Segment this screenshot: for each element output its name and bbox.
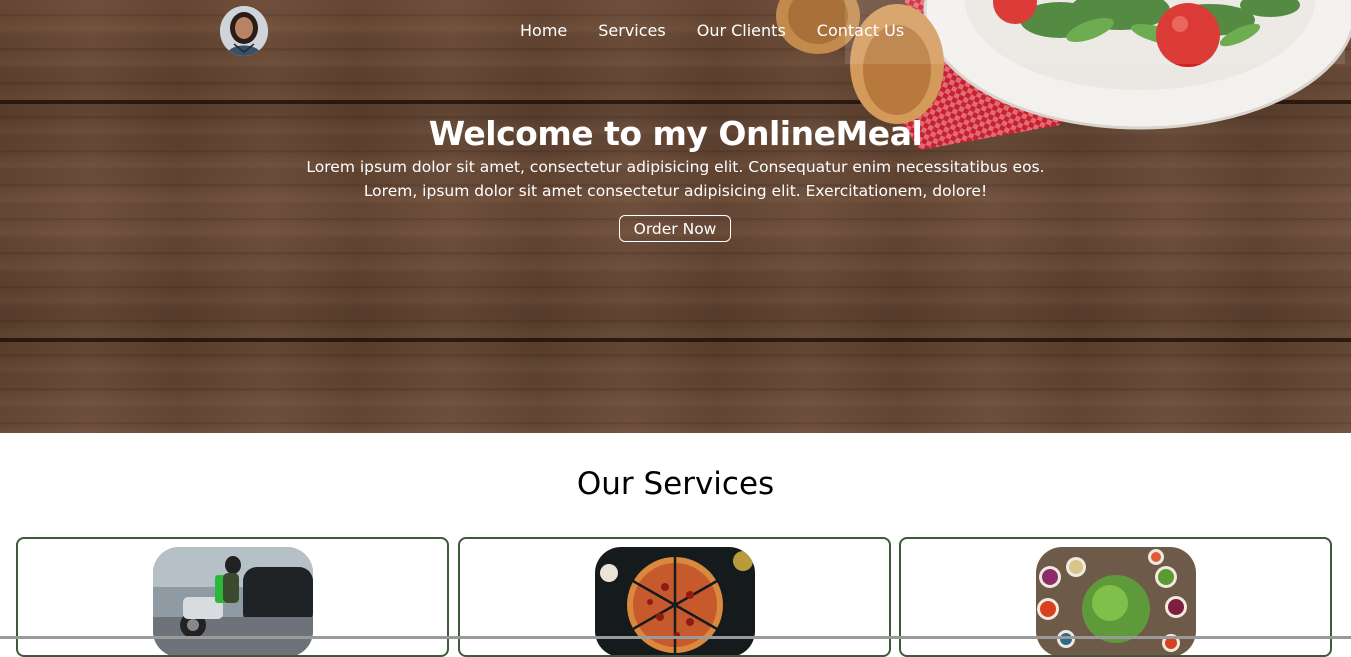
order-now-button[interactable]: Order Now [619, 215, 731, 242]
service-card-delivery[interactable] [16, 537, 449, 657]
avatar-image [220, 6, 268, 56]
service-card-salad[interactable] [899, 537, 1332, 657]
pizza-image [595, 547, 755, 655]
nav-link-services[interactable]: Services [598, 21, 665, 41]
nav-links: Home Services Our Clients Contact Us [520, 21, 935, 41]
nav-link-contact-us[interactable]: Contact Us [817, 21, 904, 41]
nav-link-home[interactable]: Home [520, 21, 567, 41]
hero-description-line-2: Lorem, ipsum dolor sit amet consectetur … [363, 182, 988, 200]
hero-section: Home Services Our Clients Contact Us Wel… [0, 0, 1351, 433]
hero-title: Welcome to my OnlineMeal [428, 114, 923, 153]
profile-avatar[interactable] [220, 6, 268, 56]
nav-link-our-clients[interactable]: Our Clients [697, 21, 786, 41]
service-card-pizza[interactable] [458, 537, 891, 657]
services-title: Our Services [576, 466, 775, 502]
navbar: Home Services Our Clients Contact Us [0, 0, 1351, 64]
hero-description-line-1: Lorem ipsum dolor sit amet, consectetur … [306, 158, 1045, 176]
delivery-scooter-image [153, 547, 313, 655]
salad-bowls-image [1036, 547, 1196, 655]
